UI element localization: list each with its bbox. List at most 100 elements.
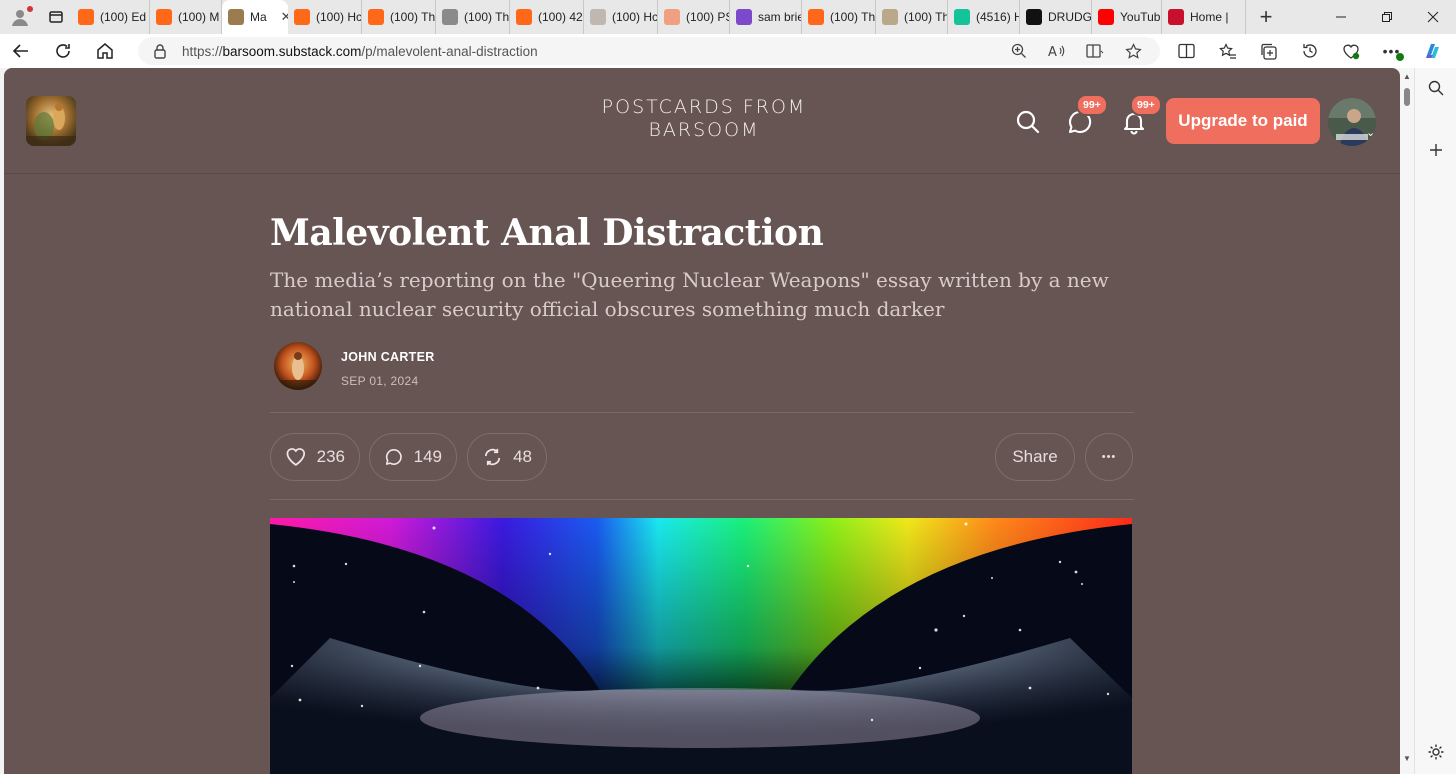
- publication-title-line2: BARSOOM: [648, 119, 760, 141]
- grammarly-favicon-icon: [954, 9, 970, 25]
- tab-label: (100) PS: [686, 10, 730, 24]
- browser-tab[interactable]: YouTube: [1092, 0, 1162, 34]
- browser-tab[interactable]: (100) M: [150, 0, 222, 34]
- copilot-button[interactable]: [1412, 34, 1453, 68]
- lock-icon[interactable]: [138, 43, 182, 59]
- substack-favicon-icon: [664, 9, 680, 25]
- author-name[interactable]: JOHN CARTER: [341, 350, 435, 364]
- split-screen-button[interactable]: [1166, 34, 1207, 68]
- article: Malevolent Anal Distraction The media’s …: [270, 174, 1134, 774]
- publication-title-line1: POSTCARDS FROM: [601, 96, 807, 118]
- browser-tab[interactable]: (100) Hc: [288, 0, 362, 34]
- chevron-down-icon[interactable]: ⌄: [1366, 126, 1375, 139]
- author-avatar-image: [274, 342, 322, 390]
- publication-title[interactable]: POSTCARDS FROM BARSOOM: [544, 96, 864, 142]
- browser-tab[interactable]: (100) PS: [658, 0, 730, 34]
- new-tab-button[interactable]: +: [1246, 0, 1286, 34]
- substack-favicon-icon: [78, 9, 94, 25]
- edge-sidebar: [1414, 68, 1456, 774]
- tab-strip: (100) Ed (100) M Ma ✕ (100) Hc (100) Th (100) …: [0, 0, 1456, 34]
- barsoom-logo-image: [26, 96, 76, 146]
- browser-tab[interactable]: (100) Th: [876, 0, 948, 34]
- history-button[interactable]: [1289, 34, 1330, 68]
- close-window-button[interactable]: [1410, 0, 1456, 34]
- upgrade-to-paid-button[interactable]: Upgrade to paid: [1166, 98, 1320, 144]
- browser-tab[interactable]: (100) 42: [510, 0, 584, 34]
- substack-favicon-icon: [294, 9, 310, 25]
- browser-tab[interactable]: (4516) H: [948, 0, 1020, 34]
- tab-label: (100) Hc: [316, 10, 362, 24]
- publication-logo[interactable]: [26, 96, 76, 146]
- favorite-button[interactable]: [1114, 37, 1152, 65]
- share-button[interactable]: Share: [995, 433, 1075, 481]
- comment-button[interactable]: 149: [369, 433, 457, 481]
- zoom-button[interactable]: [1000, 37, 1038, 65]
- browser-essentials-button[interactable]: [1330, 34, 1371, 68]
- browser-tab[interactable]: sam brie: [730, 0, 802, 34]
- sidebar-search-button[interactable]: [1415, 68, 1456, 108]
- back-button[interactable]: [0, 34, 42, 68]
- like-button[interactable]: 236: [270, 433, 360, 481]
- substack-favicon-icon: [516, 9, 532, 25]
- browser-tab[interactable]: (100) Th: [802, 0, 876, 34]
- plus-icon: [1430, 144, 1442, 156]
- restack-icon: [484, 448, 501, 466]
- tab-label: (100) Th: [904, 10, 948, 24]
- collections-button[interactable]: [1248, 34, 1289, 68]
- byline: JOHN CARTER SEP 01, 2024: [270, 342, 1134, 394]
- read-aloud-icon: A: [1048, 45, 1065, 59]
- browser-tab[interactable]: (100) Th: [362, 0, 436, 34]
- refresh-button[interactable]: [42, 34, 84, 68]
- search-button[interactable]: [1014, 108, 1042, 136]
- comment-icon: [385, 449, 402, 465]
- image-favicon-icon: [882, 9, 898, 25]
- address-bar-actions: A: [1000, 37, 1152, 65]
- scroll-up-icon[interactable]: ▲: [1403, 72, 1411, 81]
- browser-tools: •••: [1166, 34, 1453, 68]
- favorites-button[interactable]: [1207, 34, 1248, 68]
- image-favicon-icon: [442, 9, 458, 25]
- browser-tab[interactable]: (100) Ed: [72, 0, 150, 34]
- page-scrollbar[interactable]: ▲ ▼: [1400, 68, 1414, 774]
- sidebar-add-button[interactable]: [1415, 130, 1456, 170]
- browser-tab[interactable]: DRUDGE: [1020, 0, 1092, 34]
- tab-label: DRUDGE: [1048, 10, 1092, 24]
- tab-list: (100) Ed (100) M Ma ✕ (100) Hc (100) Th (100) …: [72, 0, 1246, 34]
- zoom-in-icon: [1011, 43, 1026, 58]
- scroll-down-icon[interactable]: ▼: [1403, 754, 1411, 763]
- author-avatar[interactable]: [274, 342, 322, 390]
- close-tab-icon[interactable]: ✕: [281, 9, 288, 25]
- red-favicon-icon: [1168, 9, 1184, 25]
- tab-label: (100) Hc: [612, 10, 658, 24]
- browser-tab[interactable]: (100) Hc: [584, 0, 658, 34]
- history-icon: [1302, 44, 1317, 58]
- restore-button[interactable]: [1364, 0, 1410, 34]
- browser-tab[interactable]: (100) Th: [436, 0, 510, 34]
- profile-button[interactable]: [0, 0, 40, 34]
- home-button[interactable]: [84, 34, 126, 68]
- minimize-button[interactable]: [1318, 0, 1364, 34]
- notifications-button[interactable]: 99+: [1120, 94, 1162, 136]
- image-favicon-icon: [590, 9, 606, 25]
- browser-tab[interactable]: Ma ✕: [222, 0, 288, 34]
- restack-button[interactable]: 48: [467, 433, 547, 481]
- more-options-button[interactable]: •••: [1085, 433, 1133, 481]
- chat-button[interactable]: 99+: [1066, 94, 1108, 136]
- gear-icon: [1428, 744, 1444, 760]
- rainbow-nuclear-blast-image: [270, 518, 1132, 774]
- immersive-reader-button[interactable]: [1076, 37, 1114, 65]
- barsoom-favicon-icon: [228, 9, 244, 25]
- address-bar[interactable]: https://barsoom.substack.com/p/malevolen…: [138, 37, 1160, 65]
- browser-tab[interactable]: Home |: [1162, 0, 1246, 34]
- substack-favicon-icon: [808, 9, 824, 25]
- read-aloud-button[interactable]: A: [1038, 37, 1076, 65]
- hero-image[interactable]: [270, 518, 1132, 774]
- url-text[interactable]: https://barsoom.substack.com/p/malevolen…: [182, 44, 538, 59]
- tab-actions-button[interactable]: [40, 0, 72, 34]
- settings-and-more-button[interactable]: •••: [1371, 34, 1412, 68]
- sidebar-settings-button[interactable]: [1415, 732, 1456, 772]
- scroll-thumb[interactable]: [1404, 88, 1410, 106]
- tab-label: (4516) H: [976, 10, 1020, 24]
- notifications-badge: 99+: [1130, 94, 1162, 116]
- substack-favicon-icon: [368, 9, 384, 25]
